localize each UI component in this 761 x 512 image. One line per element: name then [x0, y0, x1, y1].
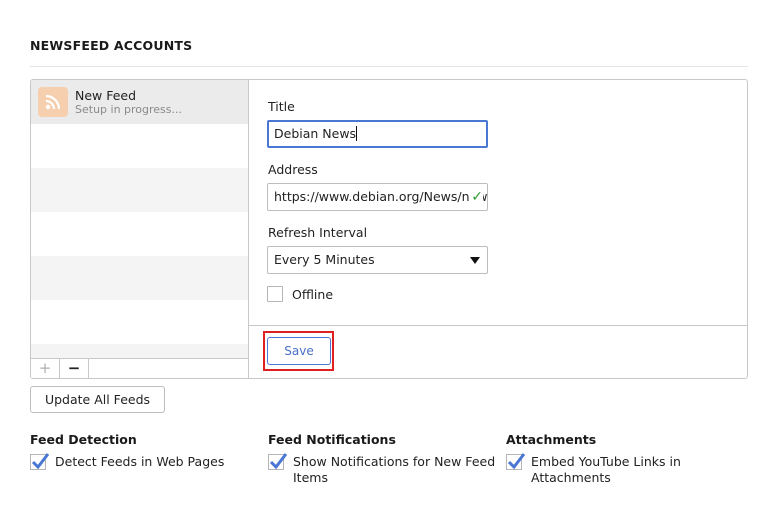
- address-label: Address: [268, 162, 318, 177]
- feed-settings-form: Title Debian News Address https://www.de…: [249, 80, 747, 378]
- show-notifications-label: Show Notifications for New Feed Items: [293, 454, 495, 486]
- feed-detection-title: Feed Detection: [30, 432, 137, 447]
- checkmark-icon: [31, 453, 50, 470]
- label-line: Show Notifications for New Feed: [293, 454, 496, 469]
- add-feed-button[interactable]: +: [31, 359, 60, 378]
- update-all-feeds-button[interactable]: Update All Feeds: [30, 386, 165, 413]
- feed-list-item[interactable]: New Feed Setup in progress...: [31, 80, 248, 124]
- empty-list-row: [31, 300, 248, 344]
- title-input-value: Debian News: [274, 126, 357, 141]
- show-notifications-checkbox[interactable]: [268, 453, 288, 470]
- remove-feed-button[interactable]: −: [60, 359, 89, 378]
- title-input[interactable]: Debian News: [267, 120, 488, 148]
- valid-check-icon: ✓: [469, 184, 483, 210]
- rss-icon: [38, 87, 68, 117]
- embed-youtube-label: Embed YouTube Links in Attachments: [531, 454, 681, 486]
- attachments-title: Attachments: [506, 432, 597, 447]
- embed-youtube-checkbox[interactable]: [506, 453, 526, 470]
- list-footer: + −: [31, 358, 248, 378]
- empty-list-row: [31, 256, 248, 300]
- empty-list-row: [31, 344, 248, 358]
- feed-list[interactable]: New Feed Setup in progress... + −: [31, 80, 249, 378]
- empty-list-row: [31, 212, 248, 256]
- title-label: Title: [268, 99, 295, 114]
- section-title: NEWSFEED ACCOUNTS: [30, 38, 193, 53]
- newsfeed-accounts-panel: New Feed Setup in progress... + − Title …: [30, 79, 748, 379]
- refresh-interval-select[interactable]: Every 5 Minutes: [267, 246, 488, 274]
- feed-notifications-title: Feed Notifications: [268, 432, 396, 447]
- label-line: Attachments: [531, 470, 611, 485]
- empty-list-row: [31, 124, 248, 168]
- refresh-interval-label: Refresh Interval: [268, 225, 368, 240]
- dropdown-arrow-icon: [470, 257, 480, 264]
- empty-list-row: [31, 168, 248, 212]
- detect-feeds-checkbox[interactable]: [30, 453, 50, 470]
- section-divider: [30, 66, 748, 67]
- address-input[interactable]: https://www.debian.org/News/news ✓: [267, 183, 488, 211]
- checkmark-icon: [507, 453, 526, 470]
- form-divider: [249, 325, 747, 326]
- refresh-interval-value: Every 5 Minutes: [274, 252, 375, 267]
- text-cursor: [356, 126, 358, 141]
- label-line: Embed YouTube Links in: [531, 454, 681, 469]
- label-line: Items: [293, 470, 328, 485]
- save-button[interactable]: Save: [267, 337, 331, 365]
- checkmark-icon: [269, 453, 288, 470]
- offline-checkbox[interactable]: [267, 286, 283, 302]
- address-input-value: https://www.debian.org/News/news: [274, 189, 488, 204]
- offline-label: Offline: [292, 287, 334, 302]
- feed-item-status: Setup in progress...: [75, 103, 183, 116]
- feed-item-title: New Feed: [75, 88, 137, 103]
- detect-feeds-label: Detect Feeds in Web Pages: [55, 454, 225, 469]
